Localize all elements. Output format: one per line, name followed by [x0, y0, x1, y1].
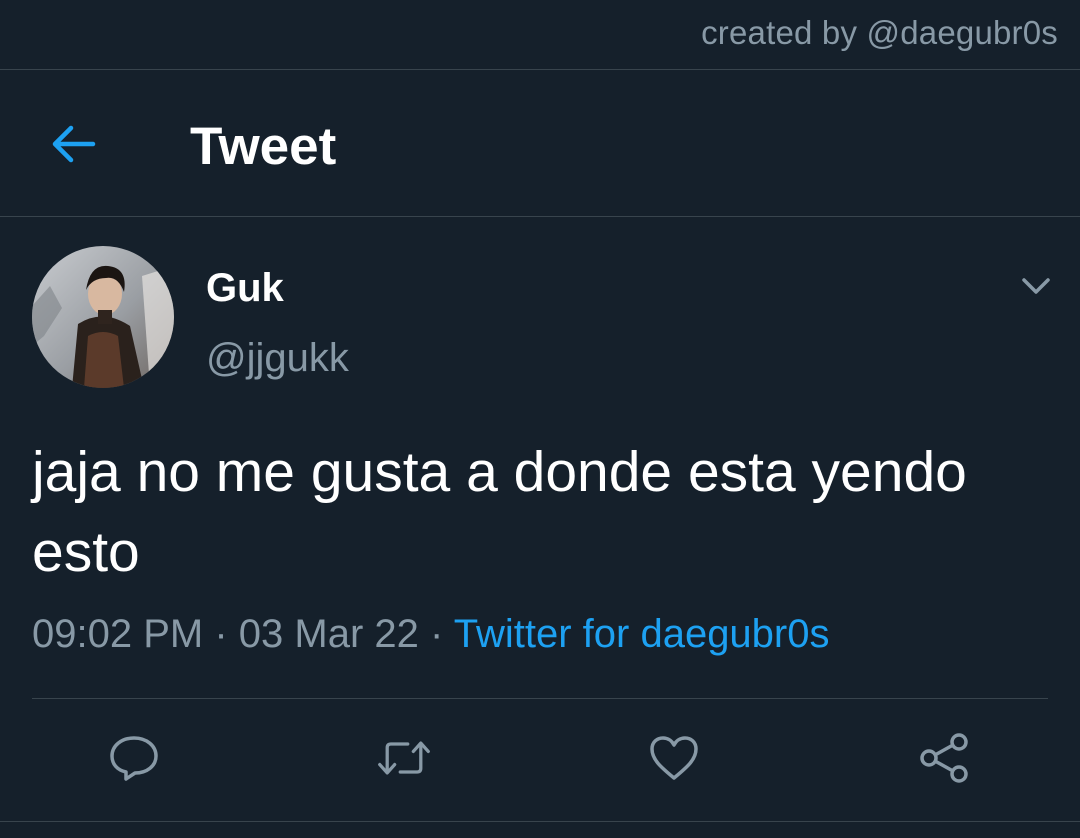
tweet-text: jaja no me gusta a donde esta yendo esto	[32, 440, 967, 584]
retweet-button[interactable]	[376, 730, 432, 786]
divider-header	[0, 216, 1080, 217]
back-button[interactable]	[48, 118, 100, 170]
avatar-image	[32, 246, 174, 388]
share-button[interactable]	[916, 730, 972, 786]
meta-separator: ·	[214, 612, 228, 656]
avatar[interactable]	[32, 246, 174, 388]
tweet-source-link[interactable]: Twitter for daegubr0s	[454, 612, 830, 656]
share-icon	[920, 733, 968, 783]
like-button[interactable]	[646, 730, 702, 786]
reply-button[interactable]	[106, 730, 162, 786]
tweet-metadata: 09:02 PM · 03 Mar 22 · Twitter for daegu…	[32, 612, 830, 657]
reply-icon	[110, 736, 158, 781]
divider-bottom	[0, 821, 1080, 822]
divider-top	[0, 69, 1080, 70]
watermark-credit: created by @daegubr0s	[701, 14, 1058, 51]
retweet-icon	[378, 741, 430, 775]
divider-actions	[32, 698, 1048, 699]
more-options-button[interactable]	[1012, 266, 1060, 306]
like-icon	[650, 736, 698, 780]
chevron-down-icon	[1022, 278, 1050, 294]
tweet-time: 09:02 PM	[32, 612, 204, 656]
arrow-left-icon	[52, 125, 96, 163]
meta-separator: ·	[430, 612, 444, 656]
user-handle[interactable]: @jjgukk	[206, 336, 349, 381]
display-name[interactable]: Guk	[206, 266, 284, 311]
page-title: Tweet	[190, 117, 337, 176]
tweet-date: 03 Mar 22	[238, 612, 419, 656]
